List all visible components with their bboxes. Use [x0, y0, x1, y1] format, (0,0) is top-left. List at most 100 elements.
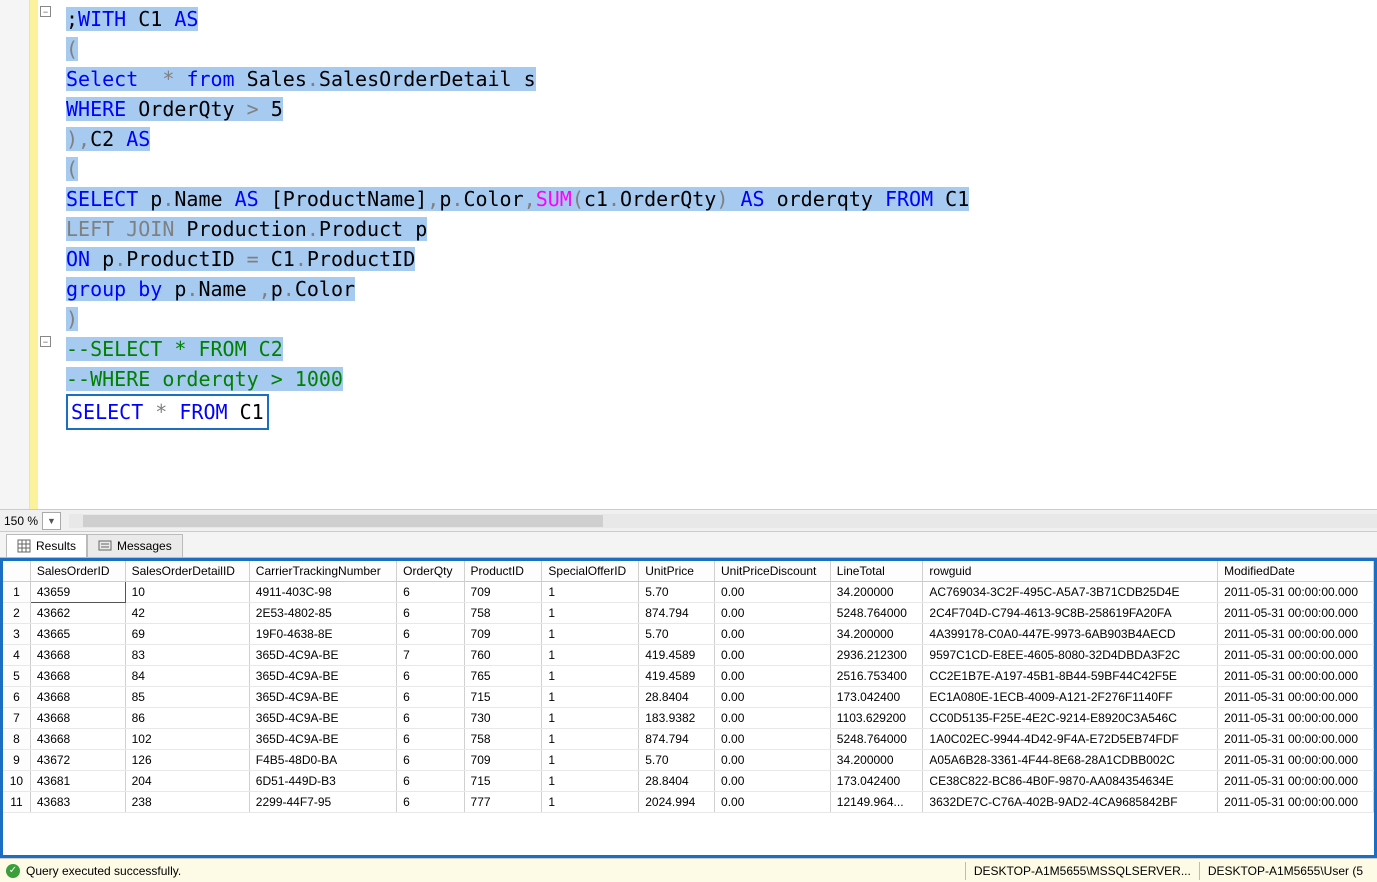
cell[interactable]: CC0D5135-F25E-4E2C-9214-E8920C3A546C [923, 708, 1218, 729]
cell[interactable]: 874.794 [639, 729, 715, 750]
table-row[interactable]: 3436656919F0-4638-8E670915.700.0034.2000… [3, 624, 1374, 645]
cell[interactable]: 42 [125, 603, 249, 624]
fold-toggle[interactable]: − [40, 336, 51, 347]
cell[interactable]: F4B5-48D0-BA [249, 750, 396, 771]
cell[interactable]: 4911-403C-98 [249, 582, 396, 603]
cell[interactable]: 173.042400 [830, 687, 923, 708]
table-row[interactable]: 243662422E53-4802-8567581874.7940.005248… [3, 603, 1374, 624]
table-row[interactable]: 44366883365D-4C9A-BE77601419.45890.00293… [3, 645, 1374, 666]
sql-editor[interactable]: − − ;WITH C1 AS(Select * from Sales.Sale… [0, 0, 1377, 510]
cell[interactable]: 2011-05-31 00:00:00.000 [1218, 603, 1374, 624]
cell[interactable]: 43681 [30, 771, 125, 792]
cell[interactable]: 0.00 [715, 624, 831, 645]
cell[interactable]: 709 [464, 750, 542, 771]
cell[interactable]: 102 [125, 729, 249, 750]
cell[interactable]: CE38C822-BC86-4B0F-9870-AA084354634E [923, 771, 1218, 792]
cell[interactable]: 2011-05-31 00:00:00.000 [1218, 750, 1374, 771]
cell[interactable]: 0.00 [715, 666, 831, 687]
cell[interactable]: 730 [464, 708, 542, 729]
cell[interactable]: EC1A080E-1ECB-4009-A121-2F276F1140FF [923, 687, 1218, 708]
column-header[interactable]: LineTotal [830, 561, 923, 582]
cell[interactable]: 365D-4C9A-BE [249, 687, 396, 708]
cell[interactable]: 238 [125, 792, 249, 813]
cell[interactable]: 1 [542, 708, 639, 729]
cell[interactable]: 709 [464, 582, 542, 603]
cell[interactable]: 6 [397, 582, 464, 603]
cell[interactable]: 0.00 [715, 603, 831, 624]
cell[interactable]: 43659 [30, 582, 125, 603]
cell[interactable]: AC769034-3C2F-495C-A5A7-3B71CDB25D4E [923, 582, 1218, 603]
row-number[interactable]: 11 [3, 792, 30, 813]
cell[interactable]: 6 [397, 750, 464, 771]
cell[interactable]: 10 [125, 582, 249, 603]
table-row[interactable]: 64366885365D-4C9A-BE6715128.84040.00173.… [3, 687, 1374, 708]
cell[interactable]: 86 [125, 708, 249, 729]
scrollbar-thumb[interactable] [83, 515, 603, 527]
cell[interactable]: 69 [125, 624, 249, 645]
cell[interactable]: 6 [397, 729, 464, 750]
cell[interactable]: 2011-05-31 00:00:00.000 [1218, 624, 1374, 645]
cell[interactable]: 4A399178-C0A0-447E-9973-6AB903B4AECD [923, 624, 1218, 645]
results-grid[interactable]: SalesOrderIDSalesOrderDetailIDCarrierTra… [3, 561, 1374, 813]
cell[interactable]: 204 [125, 771, 249, 792]
cell[interactable]: 419.4589 [639, 645, 715, 666]
column-header[interactable]: UnitPriceDiscount [715, 561, 831, 582]
cell[interactable]: 715 [464, 771, 542, 792]
cell[interactable]: 760 [464, 645, 542, 666]
table-row[interactable]: 11436832382299-44F7-95677712024.9940.001… [3, 792, 1374, 813]
cell[interactable]: 34.200000 [830, 582, 923, 603]
row-number[interactable]: 8 [3, 729, 30, 750]
cell[interactable]: 5.70 [639, 582, 715, 603]
code-content[interactable]: ;WITH C1 AS(Select * from Sales.SalesOrd… [58, 0, 1377, 509]
cell[interactable]: 874.794 [639, 603, 715, 624]
cell[interactable]: 34.200000 [830, 624, 923, 645]
table-row[interactable]: 843668102365D-4C9A-BE67581874.7940.00524… [3, 729, 1374, 750]
cell[interactable]: 0.00 [715, 708, 831, 729]
cell[interactable]: 43668 [30, 708, 125, 729]
cell[interactable]: 85 [125, 687, 249, 708]
cell[interactable]: 6 [397, 624, 464, 645]
cell[interactable]: 0.00 [715, 687, 831, 708]
cell[interactable]: 1 [542, 729, 639, 750]
column-header[interactable]: ModifiedDate [1218, 561, 1374, 582]
cell[interactable]: 715 [464, 687, 542, 708]
cell[interactable]: 2011-05-31 00:00:00.000 [1218, 687, 1374, 708]
cell[interactable]: 5.70 [639, 624, 715, 645]
cell[interactable]: 5248.764000 [830, 603, 923, 624]
cell[interactable]: 34.200000 [830, 750, 923, 771]
cell[interactable]: 5.70 [639, 750, 715, 771]
cell[interactable]: 28.8404 [639, 771, 715, 792]
cell[interactable]: 6 [397, 666, 464, 687]
column-header[interactable]: CarrierTrackingNumber [249, 561, 396, 582]
table-row[interactable]: 943672126F4B5-48D0-BA670915.700.0034.200… [3, 750, 1374, 771]
column-header[interactable]: SalesOrderDetailID [125, 561, 249, 582]
cell[interactable]: 2011-05-31 00:00:00.000 [1218, 708, 1374, 729]
cell[interactable]: 28.8404 [639, 687, 715, 708]
cell[interactable]: 43668 [30, 687, 125, 708]
cell[interactable]: 84 [125, 666, 249, 687]
cell[interactable]: 1 [542, 666, 639, 687]
cell[interactable]: 0.00 [715, 645, 831, 666]
table-row[interactable]: 143659104911-403C-98670915.700.0034.2000… [3, 582, 1374, 603]
table-row[interactable]: 54366884365D-4C9A-BE67651419.45890.00251… [3, 666, 1374, 687]
cell[interactable]: 1 [542, 687, 639, 708]
cell[interactable]: 2011-05-31 00:00:00.000 [1218, 792, 1374, 813]
cell[interactable]: 2516.753400 [830, 666, 923, 687]
cell[interactable]: 765 [464, 666, 542, 687]
cell[interactable]: A05A6B28-3361-4F44-8E68-28A1CDBB002C [923, 750, 1218, 771]
cell[interactable]: 2011-05-31 00:00:00.000 [1218, 729, 1374, 750]
cell[interactable]: 7 [397, 645, 464, 666]
tab-results[interactable]: Results [6, 534, 87, 557]
cell[interactable]: 1 [542, 582, 639, 603]
cell[interactable]: 419.4589 [639, 666, 715, 687]
cell[interactable]: 365D-4C9A-BE [249, 729, 396, 750]
cell[interactable]: 1 [542, 792, 639, 813]
cell[interactable]: 6D51-449D-B3 [249, 771, 396, 792]
cell[interactable]: 2024.994 [639, 792, 715, 813]
cell[interactable]: 43668 [30, 729, 125, 750]
row-number[interactable]: 4 [3, 645, 30, 666]
cell[interactable]: 83 [125, 645, 249, 666]
cell[interactable]: 9597C1CD-E8EE-4605-8080-32D4DBDA3F2C [923, 645, 1218, 666]
cell[interactable]: 43665 [30, 624, 125, 645]
cell[interactable]: 0.00 [715, 729, 831, 750]
